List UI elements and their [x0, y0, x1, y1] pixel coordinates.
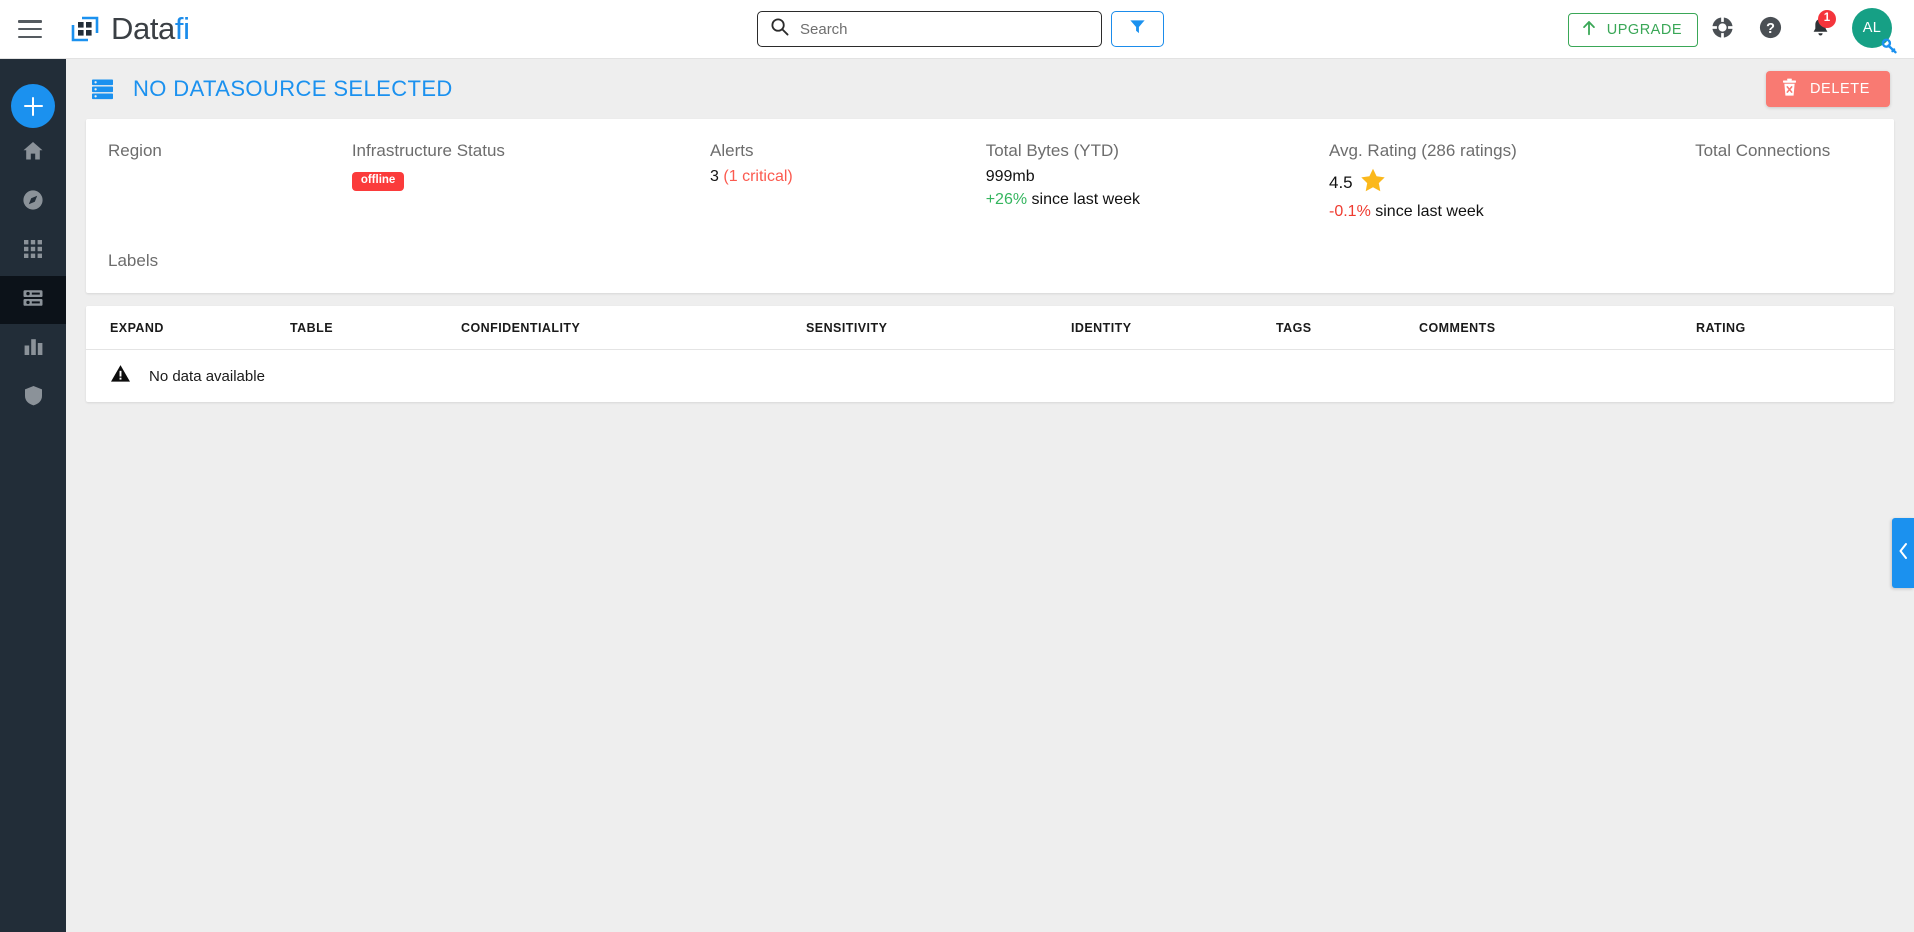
- column-header-tags[interactable]: TAGS: [1276, 321, 1419, 335]
- sidebar-item-security[interactable]: [0, 374, 66, 422]
- metric-avg-rating-value: 4.5: [1329, 172, 1353, 192]
- search-area: [757, 11, 1164, 47]
- left-sidebar: [0, 59, 66, 932]
- data-table: EXPAND TABLE CONFIDENTIALITY SENSITIVITY…: [86, 306, 1894, 402]
- metric-avg-rating-label: Avg. Rating (286 ratings): [1329, 141, 1517, 160]
- avg-rating-delta-suffix: since last week: [1375, 203, 1484, 220]
- panel-collapse-toggle[interactable]: [1892, 518, 1914, 588]
- help-button[interactable]: ?: [1746, 0, 1794, 59]
- warning-triangle-icon: [110, 364, 131, 388]
- add-new-button[interactable]: [11, 84, 55, 128]
- shield-icon: [22, 384, 45, 412]
- filter-button[interactable]: [1111, 11, 1164, 47]
- page-header: NO DATASOURCE SELECTED DELETE: [66, 59, 1914, 119]
- column-header-comments[interactable]: COMMENTS: [1419, 321, 1696, 335]
- delete-button-label: DELETE: [1809, 81, 1870, 97]
- user-avatar-button[interactable]: AL: [1852, 7, 1898, 55]
- brand-name: Datafi: [111, 11, 190, 47]
- alerts-count: 3: [710, 168, 719, 185]
- sidebar-item-analytics[interactable]: [0, 325, 66, 373]
- page-title: NO DATASOURCE SELECTED: [133, 76, 453, 101]
- metric-avg-rating-delta: -0.1% since last week: [1329, 203, 1695, 221]
- labels-section: Labels: [86, 231, 1894, 293]
- total-bytes-delta-value: +26%: [985, 191, 1028, 208]
- upgrade-button-label: UPGRADE: [1606, 21, 1682, 38]
- table-empty-state: No data available: [86, 350, 1894, 402]
- avg-rating-delta-value: -0.1%: [1329, 203, 1371, 220]
- support-button[interactable]: [1698, 0, 1746, 59]
- hamburger-menu-icon[interactable]: [18, 20, 42, 38]
- lifebuoy-icon: [1710, 15, 1735, 45]
- metric-total-connections: Total Connections: [1695, 141, 1894, 221]
- bar-chart-icon: [22, 335, 45, 363]
- metric-total-bytes: Total Bytes (YTD) 999mb +26% since last …: [964, 141, 1307, 221]
- sidebar-item-explore[interactable]: [0, 178, 66, 226]
- metric-avg-rating: Avg. Rating (286 ratings) 4.5 -0.1% sinc…: [1307, 141, 1695, 221]
- notification-count-badge: 1: [1818, 10, 1836, 28]
- brand-logo[interactable]: Datafi: [70, 11, 190, 47]
- column-header-table[interactable]: TABLE: [290, 321, 461, 335]
- column-header-expand[interactable]: EXPAND: [110, 321, 290, 335]
- home-icon: [21, 139, 45, 168]
- metric-alerts-value: 3 (1 critical): [710, 168, 964, 186]
- upgrade-button[interactable]: UPGRADE: [1567, 12, 1698, 47]
- database-list-icon: [91, 78, 115, 100]
- column-header-confidentiality[interactable]: CONFIDENTIALITY: [461, 321, 806, 335]
- column-header-identity[interactable]: IDENTITY: [1071, 321, 1276, 335]
- header-actions: UPGRADE ? 1 AL: [1567, 0, 1898, 59]
- arrow-up-icon: [1580, 19, 1598, 41]
- brand-name-accent: fi: [174, 11, 190, 46]
- filter-funnel-icon: [1128, 17, 1147, 41]
- chevron-left-icon: [1897, 541, 1910, 566]
- table-empty-text: No data available: [149, 367, 265, 385]
- grid-apps-icon: [22, 238, 44, 265]
- sidebar-item-apps[interactable]: [0, 227, 66, 275]
- delete-button[interactable]: DELETE: [1765, 71, 1890, 107]
- metric-region: Region: [86, 141, 330, 221]
- metric-total-bytes-value: 999mb: [985, 168, 1035, 185]
- brand-name-main: Data: [111, 11, 175, 46]
- labels-label: Labels: [108, 251, 159, 270]
- metric-infrastructure-status: Infrastructure Status offline: [330, 141, 688, 221]
- key-icon: [1880, 37, 1898, 55]
- alerts-critical: (1 critical): [723, 168, 793, 185]
- table-header-row: EXPAND TABLE CONFIDENTIALITY SENSITIVITY…: [86, 306, 1894, 350]
- rating-row: 4.5: [1329, 167, 1695, 198]
- status-badge: offline: [351, 172, 405, 191]
- summary-card: Region Infrastructure Status offline Ale…: [86, 119, 1894, 293]
- help-circle-icon: ?: [1758, 15, 1783, 45]
- metric-alerts: Alerts 3 (1 critical): [688, 141, 964, 221]
- search-icon: [770, 17, 789, 41]
- column-header-sensitivity[interactable]: SENSITIVITY: [806, 321, 1071, 335]
- main-content: NO DATASOURCE SELECTED DELETE Region Inf…: [66, 59, 1914, 932]
- search-box[interactable]: [757, 11, 1102, 47]
- metric-total-bytes-label: Total Bytes (YTD): [985, 141, 1119, 160]
- trash-x-icon: [1780, 78, 1799, 101]
- search-input[interactable]: [800, 20, 1089, 38]
- column-header-rating[interactable]: RATING: [1696, 321, 1816, 335]
- metrics-row: Region Infrastructure Status offline Ale…: [86, 119, 1894, 231]
- sidebar-item-datasources[interactable]: [0, 276, 66, 324]
- compass-icon: [21, 188, 45, 217]
- metric-region-label: Region: [108, 141, 162, 160]
- total-bytes-delta-suffix: since last week: [1031, 191, 1141, 208]
- metric-alerts-label: Alerts: [710, 141, 754, 160]
- notifications-button[interactable]: 1: [1796, 0, 1844, 59]
- sidebar-item-home[interactable]: [0, 129, 66, 177]
- metric-total-bytes-delta: +26% since last week: [986, 191, 1307, 209]
- top-header-bar: Datafi Search UPGRADE ? 1 AL: [0, 0, 1914, 59]
- star-icon: [1360, 167, 1386, 198]
- metric-total-connections-label: Total Connections: [1695, 141, 1831, 160]
- svg-text:?: ?: [1766, 20, 1775, 36]
- metric-infrastructure-label: Infrastructure Status: [351, 141, 505, 160]
- datafi-logo-icon: [70, 14, 100, 44]
- database-icon: [21, 286, 45, 315]
